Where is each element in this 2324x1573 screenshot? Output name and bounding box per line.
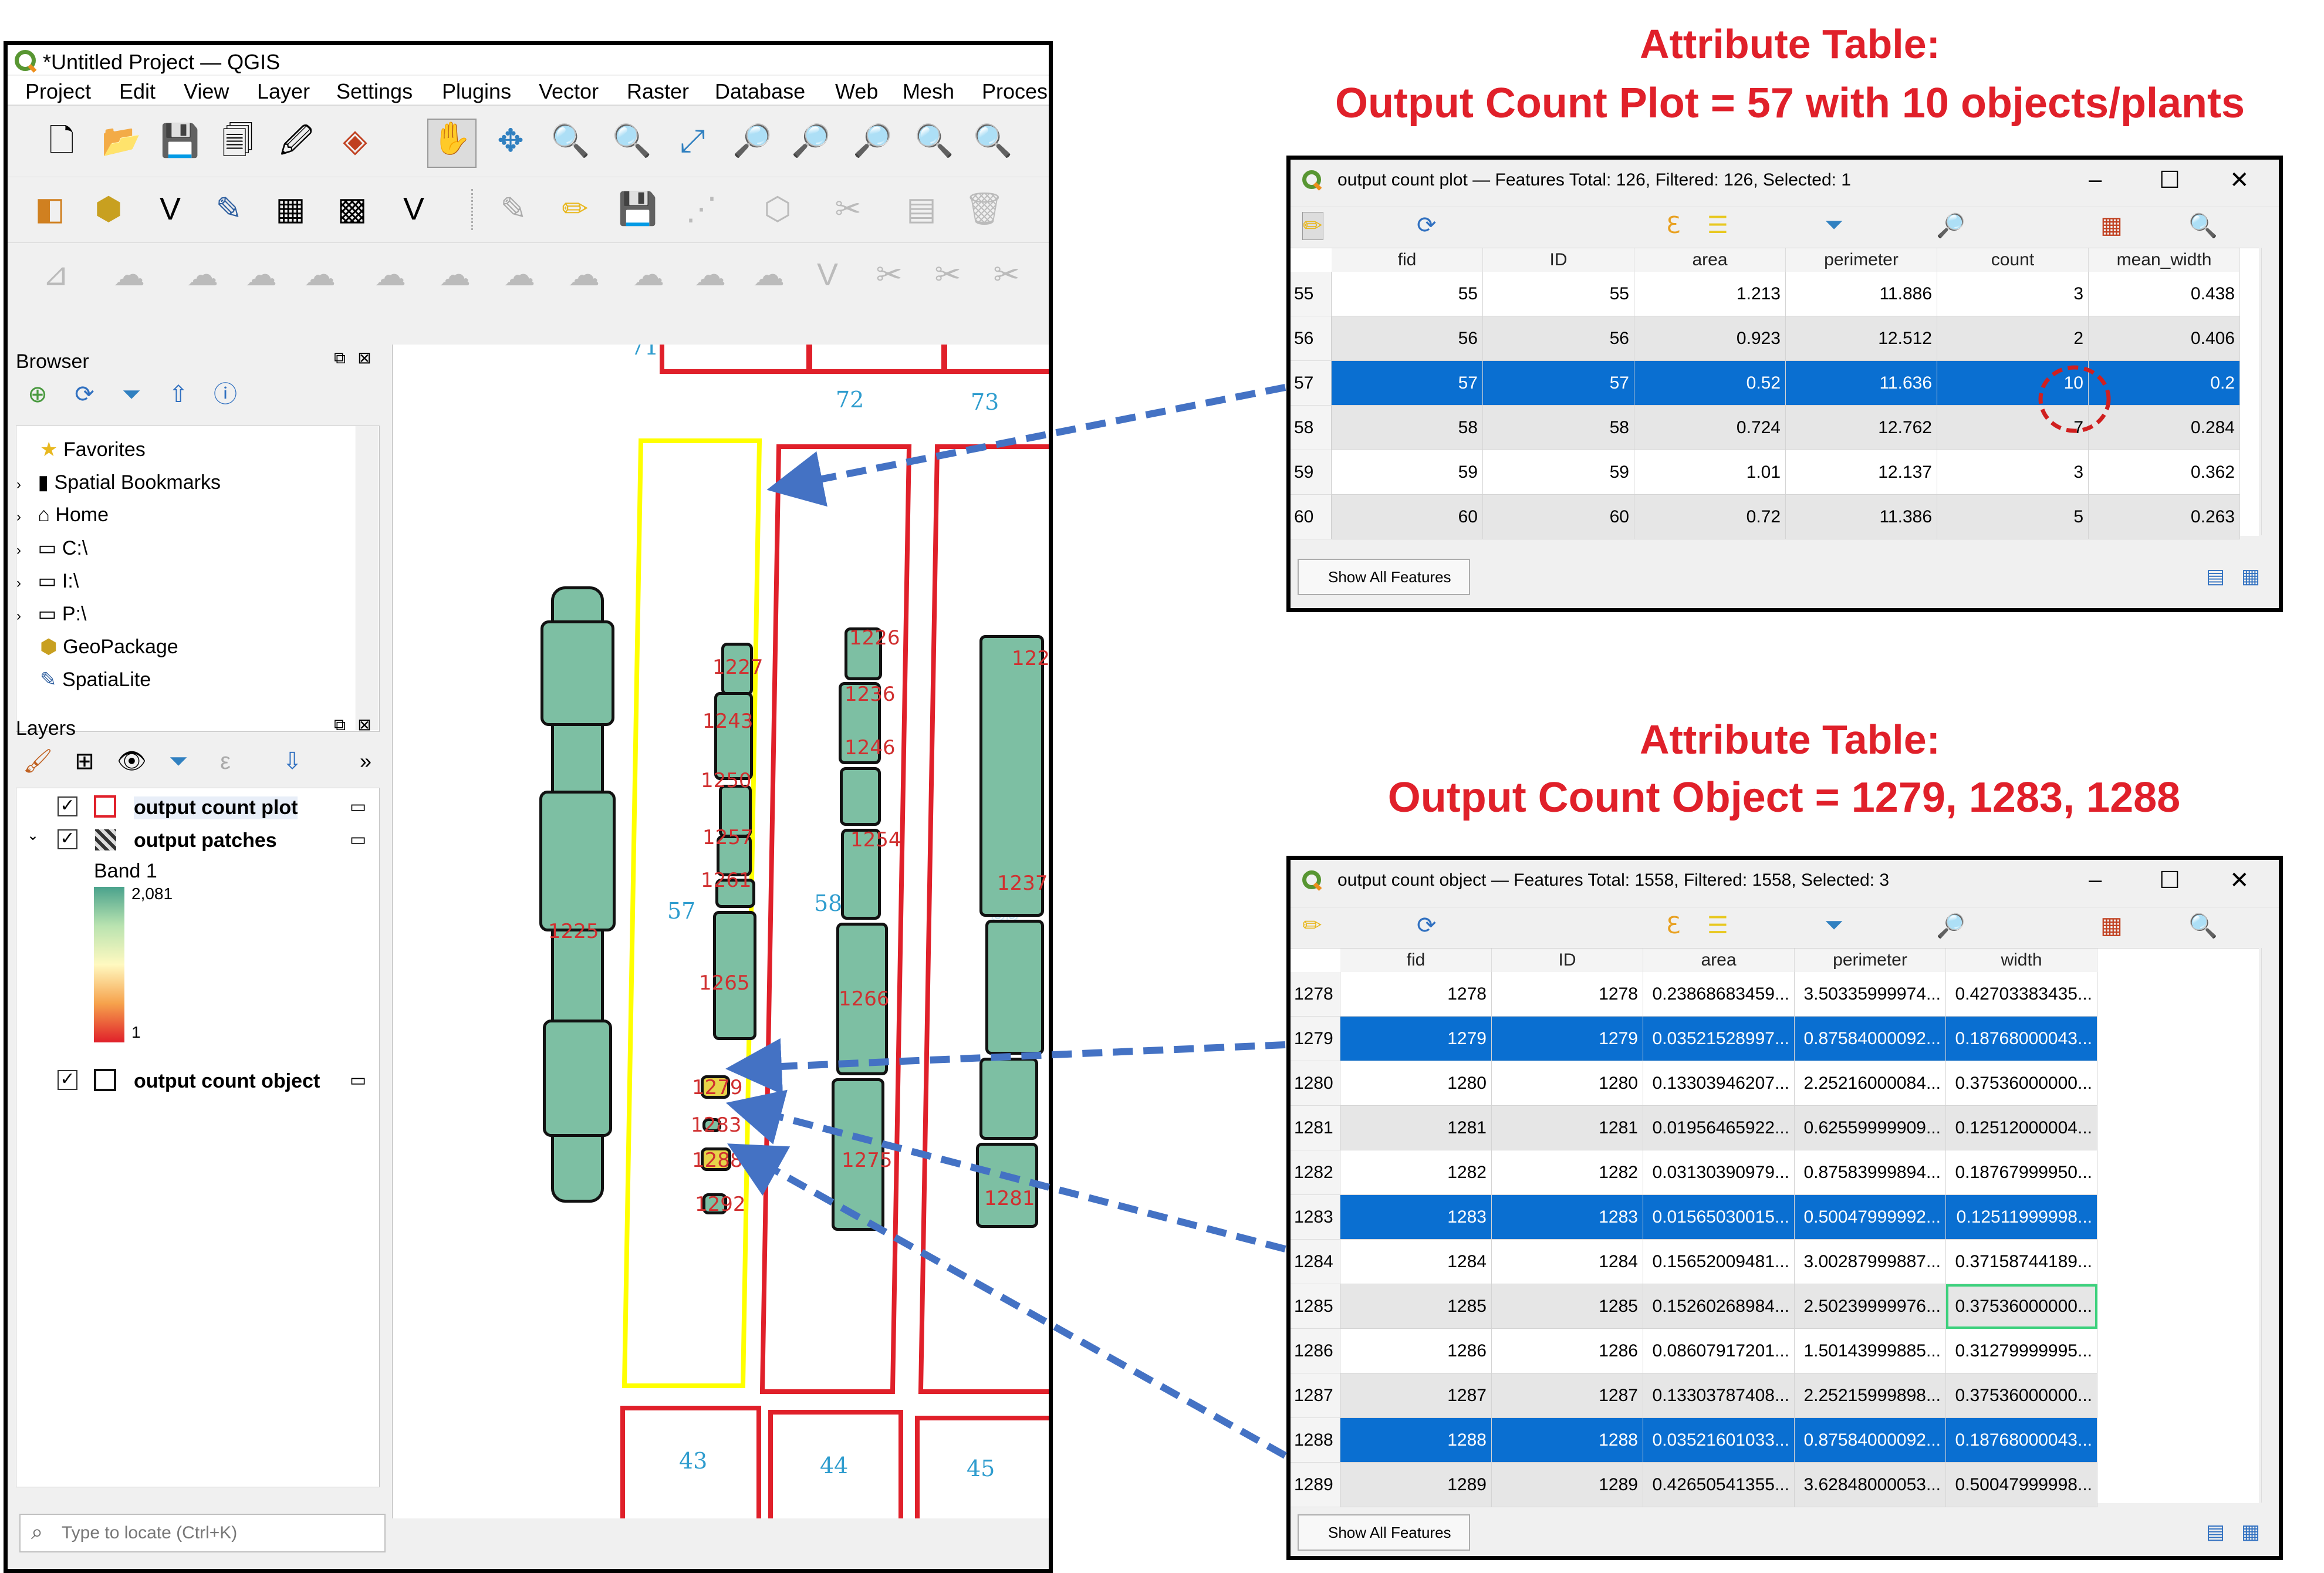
- count-10-highlight-circle: [2038, 365, 2111, 433]
- arrow-object-1283: [725, 1089, 1286, 1253]
- annotation-arrows: [725, 365, 2111, 1459]
- arrow-object-1279: [725, 1038, 1286, 1095]
- arrow-object-1288: [727, 1143, 1287, 1459]
- arrow-plot-57: [766, 384, 1286, 507]
